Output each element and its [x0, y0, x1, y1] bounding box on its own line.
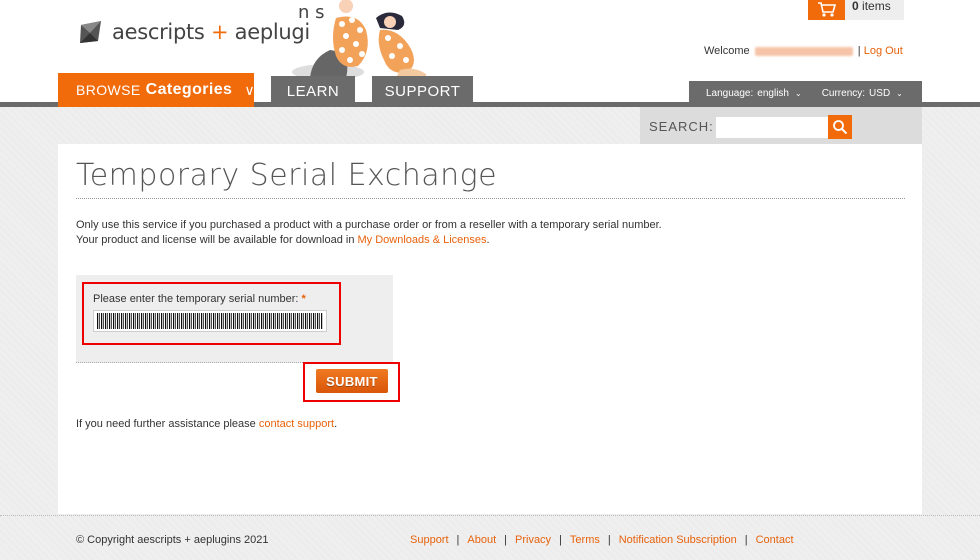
- currency-select[interactable]: USD: [869, 88, 890, 99]
- currency-dropdown-icon[interactable]: ⌄: [896, 89, 903, 98]
- footer-links: Support | About | Privacy | Terms | Notification…: [410, 534, 794, 546]
- intro-line-1: Only use this service if you purchased a…: [76, 219, 662, 231]
- browse-categories-button[interactable]: BROWSE Categories ∨: [58, 73, 255, 107]
- language-select[interactable]: english: [757, 88, 789, 99]
- logout-link[interactable]: Log Out: [864, 45, 903, 57]
- header-illustration: [292, 0, 426, 78]
- help-text: If you need further assistance please co…: [76, 418, 338, 430]
- welcome-label: Welcome: [704, 45, 750, 57]
- title-divider: [76, 198, 905, 199]
- cart-count: 0: [852, 0, 859, 13]
- cart-icon[interactable]: [808, 0, 845, 20]
- currency-label: Currency:: [821, 87, 866, 99]
- logo-mark-icon: [80, 21, 101, 43]
- chevron-down-icon: ∨: [244, 81, 255, 98]
- search-label: SEARCH:: [649, 119, 714, 134]
- my-downloads-link[interactable]: My Downloads & Licenses: [358, 234, 487, 246]
- logo-text-a: aescripts: [112, 20, 205, 44]
- footer-link-privacy[interactable]: Privacy: [515, 534, 551, 546]
- language-dropdown-icon[interactable]: ⌄: [795, 89, 802, 98]
- tab-learn[interactable]: LEARN: [271, 76, 355, 107]
- site-logo[interactable]: aescripts + aeplugi: [78, 16, 310, 48]
- redacted-username: [754, 46, 853, 56]
- logo-plus: +: [210, 20, 229, 44]
- intro-line-2: Your product and license will be availab…: [76, 234, 490, 246]
- language-label: Language:: [706, 87, 754, 99]
- tab-support[interactable]: SUPPORT: [372, 76, 473, 107]
- contact-support-link[interactable]: contact support: [259, 418, 334, 430]
- highlight-box-submit: [303, 362, 400, 402]
- footer-link-notification-subscription[interactable]: Notification Subscription: [619, 534, 737, 546]
- footer-link-terms[interactable]: Terms: [570, 534, 600, 546]
- footer-link-about[interactable]: About: [467, 534, 496, 546]
- page-title: Temporary Serial Exchange: [76, 158, 498, 193]
- search-input[interactable]: [716, 117, 828, 138]
- search-button[interactable]: [828, 115, 852, 139]
- intro-text: Only use this service if you purchased a…: [76, 218, 662, 248]
- copyright: © Copyright aescripts + aeplugins 2021: [76, 534, 269, 546]
- search-icon: [833, 120, 848, 135]
- browse-label: BROWSE: [76, 82, 141, 98]
- cart-count-label[interactable]: 0 items: [852, 0, 891, 12]
- highlight-box-serial: [82, 282, 341, 345]
- welcome-bar: Welcome | Log Out: [704, 45, 903, 57]
- language-currency-bar: Language: english ⌄ Currency: USD ⌄: [689, 81, 922, 105]
- footer-divider: [0, 515, 980, 516]
- cart-items-text: items: [862, 0, 891, 13]
- footer-link-support[interactable]: Support: [410, 534, 449, 546]
- footer-link-contact[interactable]: Contact: [756, 534, 794, 546]
- categories-label: Categories: [145, 81, 233, 98]
